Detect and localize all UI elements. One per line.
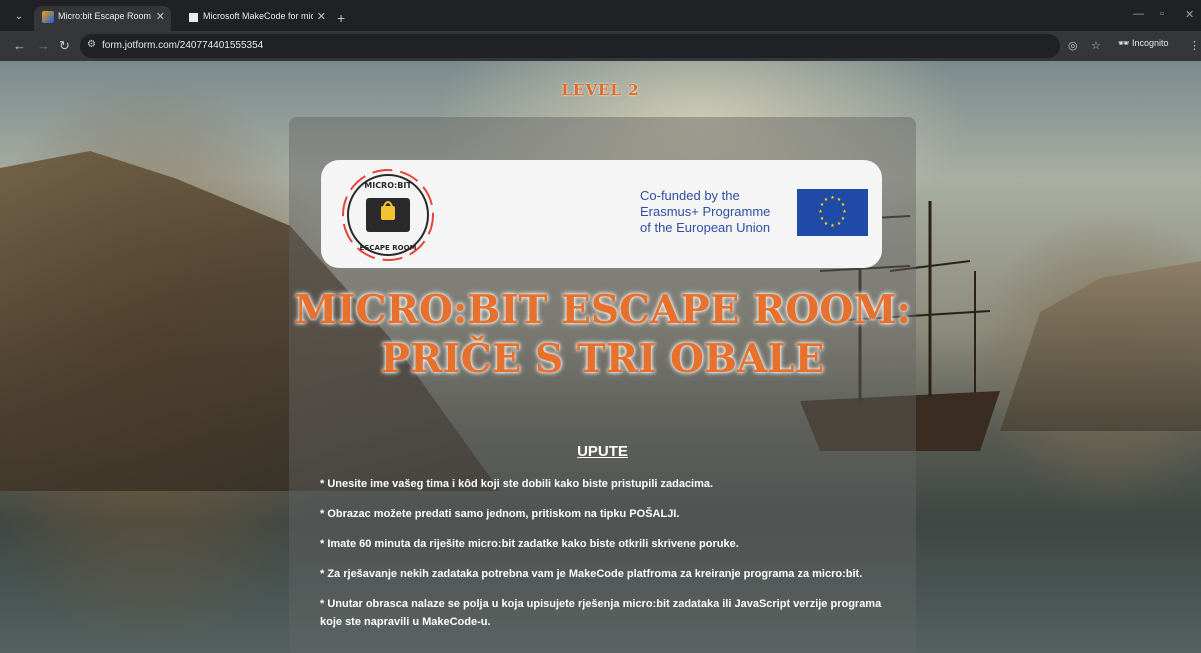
back-icon[interactable]: ← xyxy=(13,38,26,53)
eye-off-icon[interactable]: ◎ xyxy=(1068,39,1078,52)
svg-text:★: ★ xyxy=(818,209,823,215)
close-icon[interactable]: ✕ xyxy=(317,10,326,23)
svg-text:★: ★ xyxy=(841,202,846,208)
logo-banner: MICRO:BIT ESCAPE ROOM Co-funded by the E… xyxy=(321,160,882,268)
new-tab-icon[interactable]: + xyxy=(337,10,345,26)
forward-icon[interactable]: → xyxy=(37,38,50,53)
svg-text:★: ★ xyxy=(820,216,825,222)
svg-text:★: ★ xyxy=(824,221,829,227)
svg-text:★: ★ xyxy=(830,223,835,229)
address-bar[interactable]: ⚙ form.jotform.com/240774401555354 xyxy=(80,34,1060,58)
tab-title: Microsoft MakeCode for micro xyxy=(203,11,313,21)
instruction-item: * Unutar obrasca nalaze se polja u koja … xyxy=(320,598,882,628)
eu-line-3: of the European Union xyxy=(640,220,771,235)
browser-toolbar: ← → ↻ ⚙ form.jotform.com/240774401555354… xyxy=(0,31,1201,61)
star-icon[interactable]: ☆ xyxy=(1091,39,1101,52)
instruction-item: * Za rješavanje nekih zadataka potrebna … xyxy=(320,568,863,580)
svg-text:★: ★ xyxy=(830,195,835,201)
tab-escape-room[interactable]: Micro:bit Escape Room - Level ✕ xyxy=(34,6,171,31)
eu-line-2: Erasmus+ Programme xyxy=(640,204,771,219)
title-line-1: MICRO:BIT ESCAPE ROOM: xyxy=(294,287,911,333)
tab-strip: ⌄ Micro:bit Escape Room - Level ✕ Micros… xyxy=(0,0,1201,31)
tab-makecode[interactable]: Microsoft MakeCode for micro ✕ xyxy=(179,6,332,31)
maximize-icon[interactable]: ▫ xyxy=(1160,8,1164,20)
svg-text:★: ★ xyxy=(841,216,846,222)
eu-cofunded-text: Co-funded by the Erasmus+ Programme of t… xyxy=(640,188,770,236)
tab-title: Micro:bit Escape Room - Level xyxy=(58,11,154,21)
level-title: LEVEL 2 xyxy=(561,81,640,99)
instruction-item: * Unesite ime vašeg tima i kôd koji ste … xyxy=(320,478,714,490)
instructions-heading: UPUTE xyxy=(577,443,628,460)
jotform-favicon-icon xyxy=(42,11,54,23)
tab-search-icon[interactable]: ⌄ xyxy=(11,9,27,25)
svg-text:★: ★ xyxy=(842,209,847,215)
svg-text:MICRO:BIT: MICRO:BIT xyxy=(364,181,412,190)
background-cliff-right xyxy=(1000,261,1201,431)
makecode-favicon-icon xyxy=(187,11,200,24)
svg-text:★: ★ xyxy=(824,197,829,203)
instruction-item: * Imate 60 minuta da riješite micro:bit … xyxy=(320,538,739,550)
minimize-icon[interactable]: — xyxy=(1133,8,1144,20)
instruction-item: * Obrazac možete predati samo jednom, pr… xyxy=(320,508,680,520)
instructions-list: * Unesite ime vašeg tima i kôd koji ste … xyxy=(320,475,900,643)
eu-line-1: Co-funded by the xyxy=(640,188,740,203)
incognito-icon: 🕶 xyxy=(1118,38,1130,48)
reload-icon[interactable]: ↻ xyxy=(59,38,70,54)
incognito-badge[interactable]: 🕶 Incognito xyxy=(1118,38,1168,49)
page-title: MICRO:BIT ESCAPE ROOM: PRIČE S TRI OBALE xyxy=(290,286,915,384)
url-text[interactable]: form.jotform.com/240774401555354 xyxy=(102,40,263,51)
incognito-label: Incognito xyxy=(1131,38,1169,48)
menu-icon[interactable]: ⋮ xyxy=(1189,39,1200,52)
site-settings-icon[interactable]: ⚙ xyxy=(87,39,96,50)
microbit-escape-room-logo: MICRO:BIT ESCAPE ROOM xyxy=(342,169,434,261)
page-viewport: LEVEL 2 MICRO:BIT ESCAPE ROOM Co-funded … xyxy=(0,61,1201,653)
eu-flag-icon: ★ ★★★ ★★★★ ★★★★ xyxy=(797,189,868,236)
title-line-2: PRIČE S TRI OBALE xyxy=(380,336,825,382)
close-window-icon[interactable]: ✕ xyxy=(1185,8,1194,21)
svg-text:★: ★ xyxy=(837,221,842,227)
svg-text:ESCAPE ROOM: ESCAPE ROOM xyxy=(360,244,417,252)
close-icon[interactable]: ✕ xyxy=(156,10,165,23)
